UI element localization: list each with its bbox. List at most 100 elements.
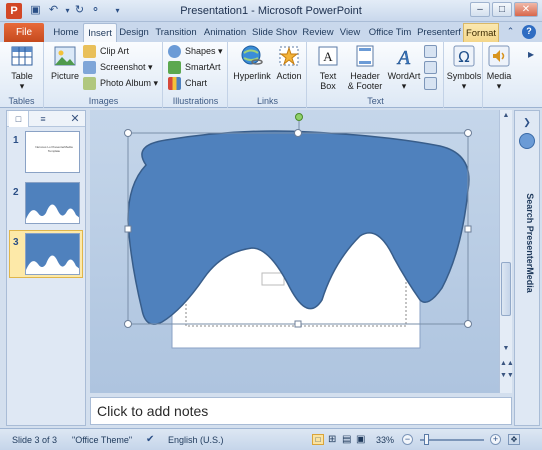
tab-view[interactable]: View: [337, 23, 363, 42]
text-box-button[interactable]: A Text Box: [312, 44, 344, 91]
thumb-title-text: Nervous Lo PresenterMedia Template: [35, 145, 73, 153]
slide-thumbnail-2[interactable]: [25, 182, 80, 224]
resize-handle-e[interactable]: [464, 225, 472, 233]
tab-presentermedia[interactable]: Presenterf: [416, 23, 462, 42]
chevron-down-icon: ▾: [19, 81, 25, 91]
tab-outline[interactable]: ≡: [33, 111, 53, 127]
ribbon-insert: Table ▾ Tables Picture Clip Art Screensho…: [0, 42, 542, 108]
tab-slides[interactable]: □: [9, 111, 29, 127]
scroll-down-icon[interactable]: ▼: [500, 345, 512, 352]
tab-review[interactable]: Review: [301, 23, 335, 42]
expand-pane-icon[interactable]: ❯: [519, 115, 535, 129]
slideshow-icon[interactable]: ▣: [356, 429, 365, 450]
smartart-button[interactable]: SmartArt: [168, 60, 221, 75]
resize-handle-s[interactable]: [294, 320, 302, 328]
zoom-in-icon[interactable]: +: [490, 434, 501, 445]
slide-number-button[interactable]: [424, 60, 438, 75]
table-button[interactable]: Table ▾: [5, 44, 39, 91]
symbols-button[interactable]: Ω Symbols ▾: [446, 44, 482, 91]
help-icon[interactable]: ?: [522, 25, 536, 39]
action-button[interactable]: Action: [273, 44, 305, 81]
slide-thumbnail-3[interactable]: [25, 233, 80, 275]
thumb-number-1: 1: [13, 135, 19, 146]
scrollbar-thumb[interactable]: [501, 262, 511, 316]
wordart-button[interactable]: A WordArt ▾: [386, 44, 422, 91]
shapes-button[interactable]: Shapes ▾: [168, 44, 223, 59]
resize-handle-ne[interactable]: [464, 129, 472, 137]
vertical-scrollbar[interactable]: ▲ ▼ ▲▲ ▼▼: [499, 110, 514, 393]
maximize-button[interactable]: □: [492, 2, 512, 17]
wave-shape[interactable]: [127, 130, 470, 325]
photo-album-button[interactable]: Photo Album ▾: [83, 76, 158, 91]
previous-slide-icon[interactable]: ▲▲: [500, 360, 514, 367]
date-time-icon: [424, 45, 437, 58]
tab-animations[interactable]: Animation: [201, 23, 249, 42]
tab-format[interactable]: Format: [463, 23, 499, 42]
minimize-button[interactable]: –: [470, 2, 490, 17]
table-label: Table: [11, 71, 33, 81]
reading-view-icon[interactable]: ▤: [342, 429, 351, 450]
group-label-images: Images: [88, 96, 119, 106]
close-button[interactable]: ✕: [514, 2, 538, 17]
tab-file[interactable]: File: [4, 23, 44, 42]
chart-button[interactable]: Chart: [168, 76, 207, 91]
photo-album-icon: [83, 77, 96, 90]
tab-office-timeline[interactable]: Office Tim: [366, 23, 414, 42]
chevron-down-icon: ▾: [461, 81, 467, 91]
clip-art-button[interactable]: Clip Art: [83, 44, 129, 59]
zoom-level[interactable]: 33%: [376, 429, 394, 450]
hyperlink-button[interactable]: Hyperlink: [231, 44, 273, 81]
fit-to-window-icon[interactable]: ✥: [508, 434, 520, 445]
resize-handle-n[interactable]: [294, 129, 302, 137]
close-pane-icon[interactable]: ✕: [65, 111, 85, 127]
pane-tabs: □ ≡ ✕: [7, 111, 85, 127]
next-slide-icon[interactable]: ▼▼: [500, 372, 514, 379]
minimize-ribbon-icon[interactable]: ⌃: [504, 25, 517, 38]
tab-home[interactable]: Home: [50, 23, 82, 42]
presentermedia-logo-icon: [519, 133, 535, 149]
ribbon-scroll-icon[interactable]: ▸: [524, 48, 538, 64]
zoom-slider-knob[interactable]: [424, 434, 429, 445]
group-illustrations: Shapes ▾ SmartArt Chart Illustrations: [164, 42, 228, 108]
tab-design[interactable]: Design: [118, 23, 150, 42]
header-footer-icon: [356, 45, 374, 67]
resize-handle-nw[interactable]: [124, 129, 132, 137]
date-time-button[interactable]: [424, 44, 438, 59]
group-text: A Text Box Header & Footer A WordArt ▾ Text: [308, 42, 444, 108]
notes-placeholder[interactable]: Click to add notes: [97, 403, 208, 419]
media-button[interactable]: Media ▾: [484, 44, 514, 91]
screenshot-button[interactable]: Screenshot ▾: [83, 60, 153, 75]
header-footer-button[interactable]: Header & Footer: [344, 44, 386, 91]
tab-insert[interactable]: Insert: [83, 23, 117, 42]
smartart-icon: [168, 61, 181, 74]
picture-button[interactable]: Picture: [49, 44, 81, 81]
scroll-up-icon[interactable]: ▲: [500, 112, 512, 119]
text-box-label-1: Text: [319, 71, 337, 81]
symbols-label: Symbols: [446, 71, 482, 81]
hyperlink-label: Hyperlink: [233, 71, 271, 81]
slide-canvas: [124, 113, 472, 349]
speaker-icon: [488, 45, 510, 67]
action-icon: [279, 46, 299, 66]
slide-sorter-icon[interactable]: ⊞: [328, 429, 336, 450]
placeholder-icon: [261, 272, 285, 286]
spell-check-icon[interactable]: ✔: [146, 429, 154, 450]
resize-handle-se[interactable]: [464, 320, 472, 328]
theme-name[interactable]: "Office Theme": [72, 429, 132, 450]
zoom-out-icon[interactable]: −: [402, 434, 413, 445]
tab-slide-show[interactable]: Slide Show: [252, 23, 297, 42]
normal-view-icon[interactable]: □: [312, 434, 324, 445]
tab-transitions[interactable]: Transition: [152, 23, 200, 42]
rotation-handle[interactable]: [295, 113, 303, 121]
resize-handle-w[interactable]: [124, 225, 132, 233]
resize-handle-sw[interactable]: [124, 320, 132, 328]
group-symbols: Ω Symbols ▾: [445, 42, 483, 108]
language[interactable]: English (U.S.): [168, 429, 224, 450]
shapes-label: Shapes: [185, 46, 216, 56]
header-label-2: & Footer: [347, 81, 383, 91]
object-button[interactable]: [424, 76, 438, 91]
notes-pane[interactable]: Click to add notes: [90, 397, 512, 425]
photo-album-label: Photo Album: [100, 78, 152, 88]
zoom-slider[interactable]: [420, 439, 484, 441]
slide-thumbnail-1[interactable]: Nervous Lo PresenterMedia Template: [25, 131, 80, 173]
